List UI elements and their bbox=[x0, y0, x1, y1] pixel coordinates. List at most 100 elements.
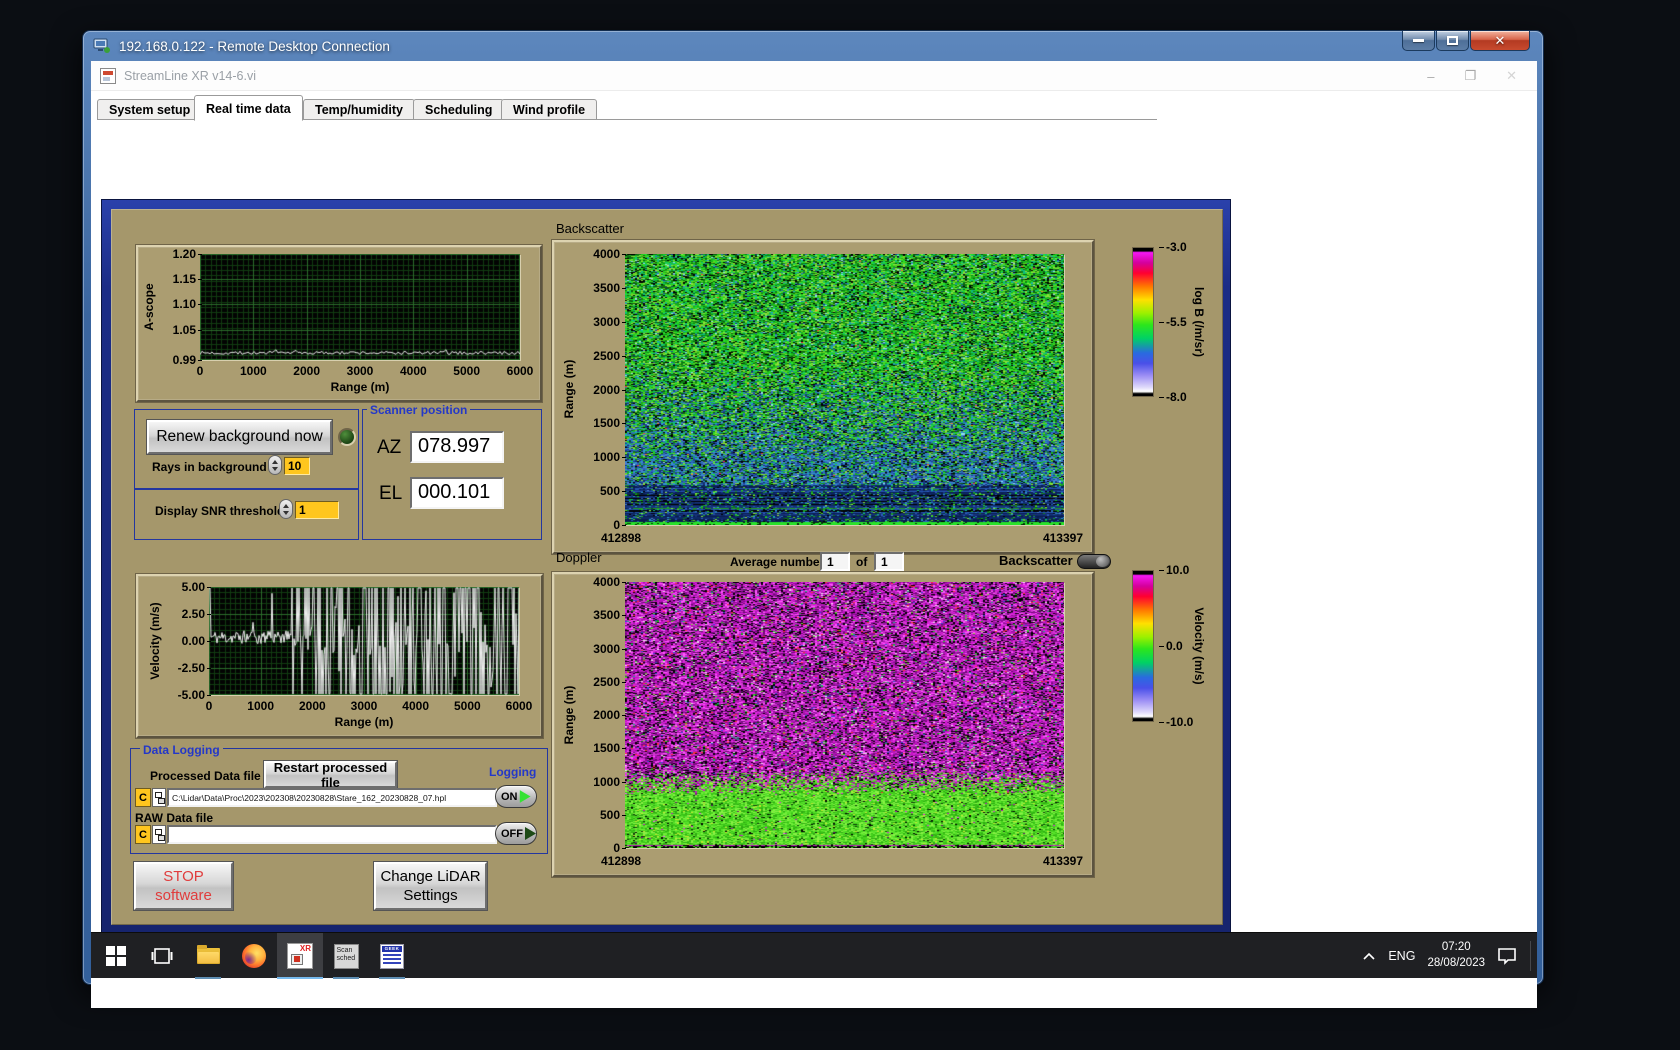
axis-tick-label: -5.5 bbox=[1159, 315, 1187, 329]
show-desktop-divider[interactable] bbox=[1530, 941, 1531, 971]
raw-drive-icon[interactable]: C bbox=[135, 825, 151, 844]
tab-temp-humidity[interactable]: Temp/humidity bbox=[303, 99, 415, 120]
stop-line1: STOP bbox=[163, 867, 204, 885]
scan-scheduler-icon: Scan sched bbox=[333, 943, 359, 969]
task-view-button[interactable] bbox=[139, 933, 185, 979]
axis-tick-label: 2500 bbox=[593, 348, 626, 363]
spin-up-icon[interactable] bbox=[283, 503, 289, 508]
doppler-x-right: 413397 bbox=[1042, 854, 1083, 868]
axis-tick-label: -8.0 bbox=[1159, 390, 1187, 404]
minimize-icon bbox=[1413, 39, 1424, 42]
stop-software-button[interactable]: STOP software bbox=[134, 862, 233, 910]
average-current-field[interactable]: 1 bbox=[820, 552, 850, 571]
axis-tick-label: 500 bbox=[599, 484, 627, 499]
rays-spinner[interactable] bbox=[268, 455, 282, 475]
open-app-indicator bbox=[195, 977, 221, 979]
spin-down-icon[interactable] bbox=[272, 466, 278, 471]
rdp-window: 192.168.0.122 - Remote Desktop Connectio… bbox=[82, 30, 1544, 1008]
processed-browse-icon[interactable] bbox=[152, 788, 166, 807]
axis-tick-label: 4000 bbox=[399, 364, 427, 378]
task-view-icon bbox=[151, 948, 173, 964]
velocity-x-axis: 0 1000 2000 3000 4000 5000 6000 bbox=[205, 699, 533, 713]
axis-tick-label: 1.10 bbox=[172, 297, 203, 312]
app-titlebar[interactable]: StreamLine XR v14-6.vi – ❐ ✕ bbox=[91, 61, 1537, 91]
axis-tick-label: 0 bbox=[205, 699, 213, 713]
ascope-plot bbox=[200, 254, 520, 360]
processed-logging-toggle[interactable]: ON bbox=[495, 785, 537, 808]
doppler-y-label: Range (m) bbox=[562, 685, 576, 745]
scanner-position-box bbox=[362, 409, 542, 540]
raw-logging-toggle[interactable]: OFF bbox=[495, 822, 537, 845]
file-explorer-button[interactable] bbox=[185, 933, 231, 979]
on-label: ON bbox=[501, 790, 518, 803]
axis-tick-label: 1000 bbox=[593, 774, 626, 789]
axis-tick-label: 3500 bbox=[593, 608, 626, 623]
snr-spinner[interactable] bbox=[279, 499, 293, 519]
axis-tick-label: 3000 bbox=[346, 364, 374, 378]
tab-wind-profile[interactable]: Wind profile bbox=[501, 99, 598, 120]
axis-tick-label: 500 bbox=[599, 807, 627, 822]
backscatter-toggle-switch[interactable] bbox=[1077, 554, 1111, 569]
restart-processed-file-button[interactable]: Restart processed file bbox=[264, 760, 397, 790]
raw-path-field[interactable] bbox=[167, 825, 497, 844]
raw-data-file-label: RAW Data file bbox=[135, 811, 214, 825]
renew-background-button[interactable]: Renew background now bbox=[147, 420, 332, 454]
start-button[interactable] bbox=[93, 933, 139, 979]
rays-in-background-label: Rays in background bbox=[152, 460, 267, 474]
remote-desktop-client: StreamLine XR v14-6.vi – ❐ ✕ System setu… bbox=[91, 61, 1537, 1008]
el-value-field[interactable]: 000.101 bbox=[410, 477, 504, 509]
tab-scheduling[interactable]: Scheduling bbox=[413, 99, 505, 120]
backscatter-x-right: 413397 bbox=[1042, 531, 1083, 545]
scan-line2: sched bbox=[336, 954, 356, 962]
app-minimize-icon[interactable]: – bbox=[1427, 69, 1434, 84]
open-app-indicator bbox=[379, 977, 405, 979]
processed-drive-icon[interactable]: C bbox=[135, 788, 151, 807]
scan-scheduler-button[interactable]: Scan sched bbox=[323, 933, 369, 979]
average-number-label: Average number bbox=[730, 555, 825, 569]
processed-data-file-label: Processed Data file bbox=[150, 769, 261, 783]
raw-browse-icon[interactable] bbox=[152, 825, 166, 844]
az-label: AZ bbox=[377, 437, 402, 458]
spin-up-icon[interactable] bbox=[272, 459, 278, 464]
hidden-icons-chevron[interactable] bbox=[1362, 952, 1376, 961]
az-value-field[interactable]: 078.997 bbox=[410, 431, 504, 463]
backscatter-y-label: Range (m) bbox=[562, 359, 576, 419]
backscatter-heatmap bbox=[625, 254, 1064, 525]
of-label: of bbox=[856, 555, 868, 569]
active-app-indicator bbox=[277, 977, 323, 979]
taskbar-clock[interactable]: 07:20 28/08/2023 bbox=[1427, 940, 1485, 971]
vi-icon bbox=[100, 67, 116, 84]
backscatter-x-left: 412898 bbox=[601, 531, 642, 545]
axis-tick-label: 1.20 bbox=[172, 247, 203, 261]
text-app-button[interactable]: GEEK bbox=[369, 933, 415, 979]
streamline-xr-button[interactable]: XR bbox=[277, 933, 323, 979]
change-line1: Change LiDAR bbox=[380, 867, 481, 885]
axis-tick-label: 1000 bbox=[239, 364, 267, 378]
streamline-xr-icon: XR bbox=[287, 943, 313, 969]
average-total-field[interactable]: 1 bbox=[874, 552, 904, 571]
tab-system-setup[interactable]: System setup bbox=[97, 99, 203, 120]
text-app-lines bbox=[383, 953, 401, 966]
firefox-button[interactable] bbox=[231, 933, 277, 979]
axis-tick-label: 5.00 bbox=[181, 580, 212, 594]
processed-path-field[interactable]: C:\Lidar\Data\Proc\2023\202308\20230828\… bbox=[167, 788, 497, 807]
change-lidar-settings-button[interactable]: Change LiDAR Settings bbox=[374, 862, 487, 910]
rdp-icon bbox=[93, 38, 110, 53]
app-close-icon[interactable]: ✕ bbox=[1506, 68, 1517, 84]
axis-tick-label: 3000 bbox=[593, 641, 626, 656]
rays-value-field[interactable]: 10 bbox=[284, 457, 310, 475]
spin-down-icon[interactable] bbox=[283, 510, 289, 515]
snr-value-field[interactable]: 1 bbox=[295, 501, 339, 519]
minimize-button[interactable] bbox=[1402, 31, 1435, 51]
maximize-icon bbox=[1447, 36, 1458, 45]
action-center-icon[interactable] bbox=[1497, 947, 1518, 966]
app-restore-icon[interactable]: ❐ bbox=[1464, 68, 1476, 84]
close-button[interactable]: ✕ bbox=[1470, 31, 1530, 51]
axis-tick-label: -2.50 bbox=[177, 661, 212, 675]
maximize-button[interactable] bbox=[1436, 31, 1469, 51]
rdp-titlebar[interactable]: 192.168.0.122 - Remote Desktop Connectio… bbox=[83, 31, 1543, 61]
led-off-icon bbox=[525, 827, 536, 840]
stop-line2: software bbox=[155, 887, 212, 904]
tab-real-time-data[interactable]: Real time data bbox=[194, 95, 303, 121]
language-indicator[interactable]: ENG bbox=[1388, 949, 1415, 963]
